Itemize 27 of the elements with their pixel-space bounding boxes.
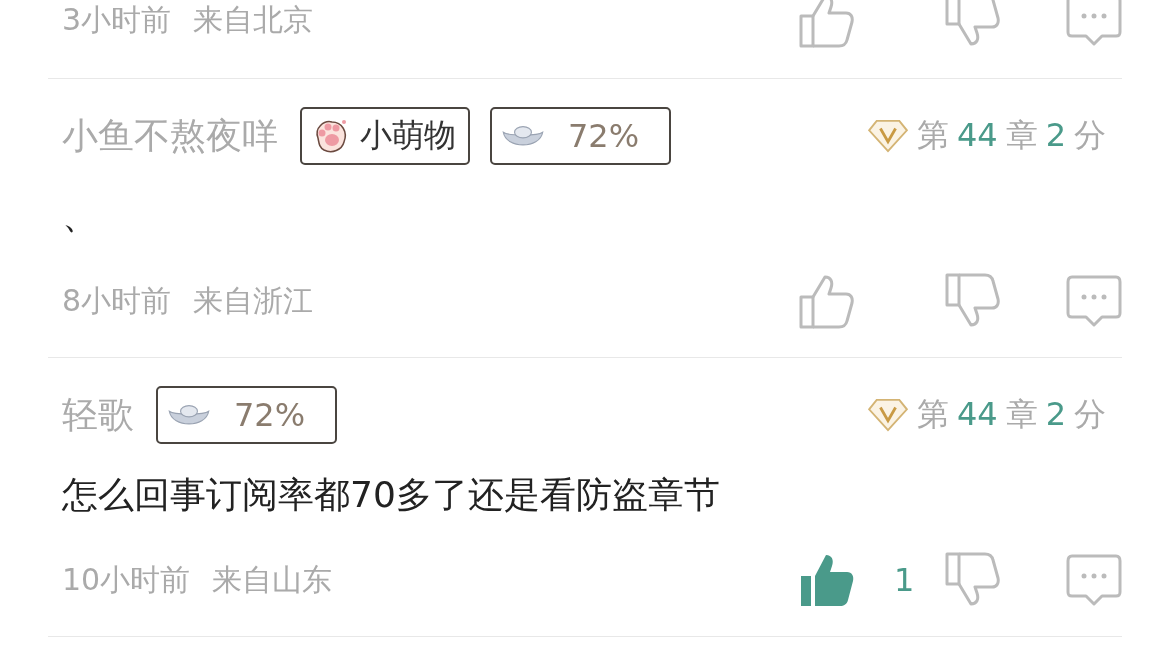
chapter-score: 第 44 章 2 分 — [915, 394, 1107, 435]
comment-icon[interactable] — [1066, 552, 1122, 608]
user-badge: 72% — [156, 386, 338, 444]
comment-text: 、 — [62, 194, 99, 238]
comment-time: 8小时前 — [62, 281, 172, 320]
thumbs-up-filled-icon[interactable] — [798, 552, 854, 608]
thumbs-down-icon[interactable] — [944, 0, 1000, 48]
user-name[interactable]: 轻歌 — [62, 390, 134, 440]
diamond-icon — [866, 398, 909, 432]
comment-location: 来自北京 — [193, 0, 314, 39]
comment-icon[interactable] — [1066, 0, 1122, 48]
diamond-icon — [866, 119, 909, 153]
comment-time: 10小时前 — [62, 560, 191, 599]
chapter-score: 第 44 章 2 分 — [915, 115, 1107, 156]
comment-location: 来自山东 — [212, 560, 333, 599]
thumbs-down-icon[interactable] — [944, 273, 1000, 329]
comment-location: 来自浙江 — [193, 281, 314, 320]
user-badge: 小萌物 — [300, 107, 470, 165]
comment-time: 3小时前 — [62, 0, 172, 39]
thumbs-up-icon[interactable] — [798, 0, 854, 48]
thumbs-up-icon[interactable] — [798, 273, 854, 329]
thumbs-down-icon[interactable] — [944, 552, 1000, 608]
comment-icon[interactable] — [1066, 273, 1122, 329]
user-badge: 72% — [490, 107, 672, 165]
comment-text: 怎么回事订阅率都70多了还是看防盗章节 — [62, 473, 721, 517]
like-count: 1 — [894, 561, 915, 599]
user-name[interactable]: 小鱼不熬夜咩 — [62, 111, 278, 161]
